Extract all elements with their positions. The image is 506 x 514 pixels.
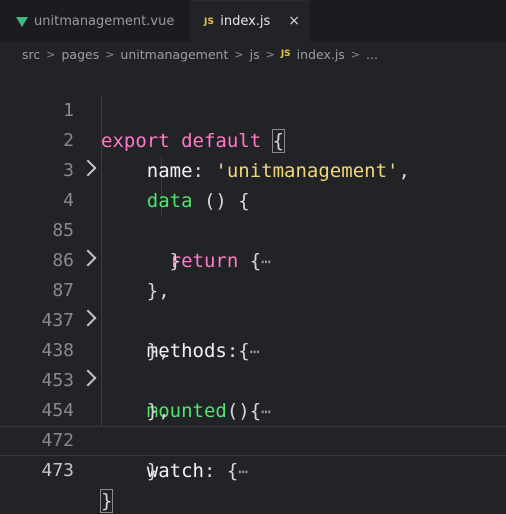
tab-index-js[interactable]: JS index.js × — [190, 0, 310, 42]
line-code: } — [101, 460, 159, 482]
breadcrumb: src > pages > unitmanagement > js > JS i… — [0, 42, 506, 66]
code-line[interactable]: 1 export default { — [0, 66, 506, 153]
chevron-right-icon: > — [350, 47, 361, 61]
chevron-right-icon: > — [234, 47, 244, 61]
chevron-right-icon: > — [265, 47, 275, 61]
code-line[interactable]: 453 }, — [0, 336, 506, 422]
js-file-icon: JS — [280, 49, 291, 59]
code-line[interactable]: 2 name: 'unitmanagement', — [0, 96, 506, 182]
code-line[interactable]: 472 } — [0, 396, 506, 482]
code-line[interactable]: 3 data () { — [0, 126, 506, 212]
tab-label: index.js — [220, 14, 271, 29]
chevron-right-icon[interactable] — [79, 369, 97, 387]
chevron-right-icon[interactable] — [79, 159, 97, 177]
breadcrumb-item-src[interactable]: src — [22, 47, 40, 62]
code-line[interactable]: 85 } — [0, 186, 506, 272]
breadcrumb-item-js[interactable]: js — [250, 47, 260, 62]
vue-file-icon — [16, 17, 28, 27]
chevron-right-icon: > — [46, 47, 56, 61]
line-number: 473 — [41, 460, 74, 481]
line-code: } — [99, 489, 114, 513]
code-line[interactable]: 438 mounted(){⋯ — [0, 306, 506, 422]
breadcrumb-item-unitmanagement[interactable]: unitmanagement — [120, 47, 228, 62]
js-file-icon: JS — [204, 16, 215, 27]
editor-tab-bar: unitmanagement.vue JS index.js × — [0, 0, 506, 42]
code-line[interactable]: 4 return {⋯ — [0, 156, 506, 272]
tab-unitmanagement-vue[interactable]: unitmanagement.vue — [0, 0, 190, 42]
folded-ellipsis[interactable]: ⋯ — [238, 462, 248, 481]
chevron-right-icon[interactable] — [79, 249, 97, 267]
chevron-right-icon: > — [105, 47, 115, 61]
code-line[interactable]: 86 }, — [0, 216, 506, 302]
breadcrumb-item-more[interactable]: ... — [366, 47, 378, 62]
code-line[interactable]: 87 methods:{⋯ — [0, 246, 506, 362]
code-line-current[interactable]: 473 } — [0, 426, 506, 513]
chevron-right-icon[interactable] — [79, 309, 97, 327]
code-line[interactable]: 454 watch: {⋯ — [0, 366, 506, 482]
tab-label: unitmanagement.vue — [34, 13, 175, 29]
code-line[interactable]: 437 }, — [0, 276, 506, 362]
close-icon[interactable]: × — [288, 14, 300, 28]
breadcrumb-item-file[interactable]: index.js — [297, 47, 345, 62]
code-editor[interactable]: 1 export default { 2 name: 'unitmanageme… — [0, 66, 506, 514]
breadcrumb-item-pages[interactable]: pages — [61, 47, 99, 62]
